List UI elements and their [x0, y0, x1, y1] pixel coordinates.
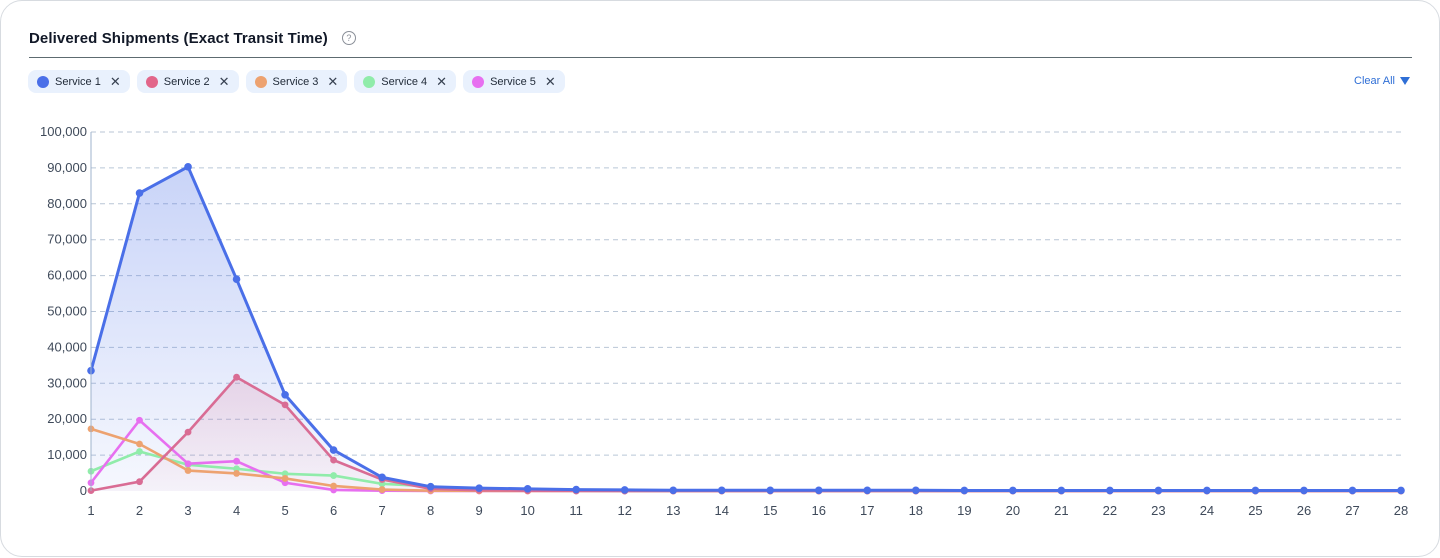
data-point[interactable]: [184, 467, 192, 474]
x-tick-label: 11: [569, 503, 583, 518]
data-point[interactable]: [1106, 486, 1114, 495]
y-tick-label: 100,000: [40, 124, 87, 139]
data-point[interactable]: [475, 484, 483, 492]
y-tick-label: 70,000: [47, 232, 87, 247]
data-point[interactable]: [1009, 486, 1017, 495]
y-tick-label: 30,000: [47, 375, 87, 390]
x-tick-label: 10: [520, 503, 534, 518]
data-point[interactable]: [281, 401, 289, 409]
data-point[interactable]: [669, 486, 678, 495]
x-tick-label: 12: [617, 503, 631, 518]
data-point[interactable]: [1251, 486, 1260, 495]
data-point[interactable]: [863, 486, 872, 495]
x-tick-label: 16: [812, 503, 826, 518]
data-point[interactable]: [523, 485, 532, 493]
data-point[interactable]: [184, 428, 192, 436]
x-tick-label: 27: [1345, 503, 1359, 518]
x-tick-label: 28: [1394, 503, 1408, 518]
data-point[interactable]: [184, 460, 192, 468]
x-tick-label: 13: [666, 503, 680, 518]
x-tick-label: 24: [1200, 503, 1214, 518]
data-point[interactable]: [1154, 486, 1163, 495]
series-areas: [91, 166, 1401, 491]
data-point[interactable]: [1057, 486, 1066, 495]
data-point[interactable]: [717, 486, 726, 495]
data-point[interactable]: [330, 482, 337, 490]
data-point[interactable]: [329, 446, 338, 454]
x-tick-label: 21: [1054, 503, 1068, 518]
data-point[interactable]: [233, 373, 240, 381]
data-point[interactable]: [1397, 486, 1405, 495]
data-point[interactable]: [1300, 486, 1308, 495]
data-point[interactable]: [814, 486, 823, 495]
data-point[interactable]: [233, 457, 240, 465]
y-tick-label: 90,000: [47, 160, 87, 175]
y-tick-label: 60,000: [47, 268, 87, 283]
y-tick-label: 50,000: [47, 304, 87, 319]
x-tick-label: 2: [136, 503, 143, 518]
data-point[interactable]: [1203, 486, 1211, 495]
data-point[interactable]: [281, 390, 289, 399]
data-point[interactable]: [426, 482, 435, 491]
y-tick-label: 20,000: [47, 411, 87, 426]
x-tick-label: 18: [909, 503, 923, 518]
data-point[interactable]: [281, 475, 289, 482]
x-tick-label: 8: [427, 503, 434, 518]
data-point[interactable]: [184, 163, 192, 171]
data-point[interactable]: [912, 486, 920, 495]
data-point[interactable]: [136, 416, 143, 424]
data-point[interactable]: [233, 470, 240, 477]
x-tick-label: 9: [476, 503, 483, 518]
x-tick-label: 6: [330, 503, 337, 518]
y-tick-label: 10,000: [47, 447, 87, 462]
x-tick-label: 25: [1248, 503, 1262, 518]
data-point[interactable]: [620, 486, 629, 494]
data-point[interactable]: [330, 456, 337, 464]
x-tick-label: 20: [1006, 503, 1020, 518]
data-point[interactable]: [136, 440, 143, 448]
data-point[interactable]: [135, 189, 144, 197]
y-tick-label: 80,000: [47, 196, 87, 211]
x-tick-label: 4: [233, 503, 240, 518]
data-point[interactable]: [378, 486, 386, 493]
y-tick-label: 0: [80, 483, 87, 498]
x-tick-label: 17: [860, 503, 874, 518]
x-tick-label: 22: [1103, 503, 1117, 518]
chart-card: Delivered Shipments (Exact Transit Time)…: [0, 0, 1440, 557]
x-tick-label: 19: [957, 503, 971, 518]
x-tick-label: 14: [715, 503, 729, 518]
data-point[interactable]: [136, 478, 143, 486]
x-tick-label: 7: [378, 503, 385, 518]
data-point[interactable]: [1348, 486, 1357, 495]
y-tick-label: 40,000: [47, 339, 87, 354]
data-point[interactable]: [378, 473, 386, 482]
data-point[interactable]: [766, 486, 775, 495]
x-tick-label: 15: [763, 503, 777, 518]
line-chart: 0 10,000 20,000 30,000 40,000 50,000 60,000 70,…: [40, 124, 1408, 518]
data-point[interactable]: [572, 485, 580, 494]
x-tick-label: 3: [184, 503, 191, 518]
data-point[interactable]: [136, 448, 143, 455]
data-point[interactable]: [330, 472, 337, 479]
x-tick-label: 26: [1297, 503, 1311, 518]
data-point[interactable]: [232, 275, 241, 283]
x-tick-label: 23: [1151, 503, 1165, 518]
data-point[interactable]: [960, 486, 969, 495]
x-tick-label: 5: [281, 503, 288, 518]
x-tick-label: 1: [87, 503, 94, 518]
